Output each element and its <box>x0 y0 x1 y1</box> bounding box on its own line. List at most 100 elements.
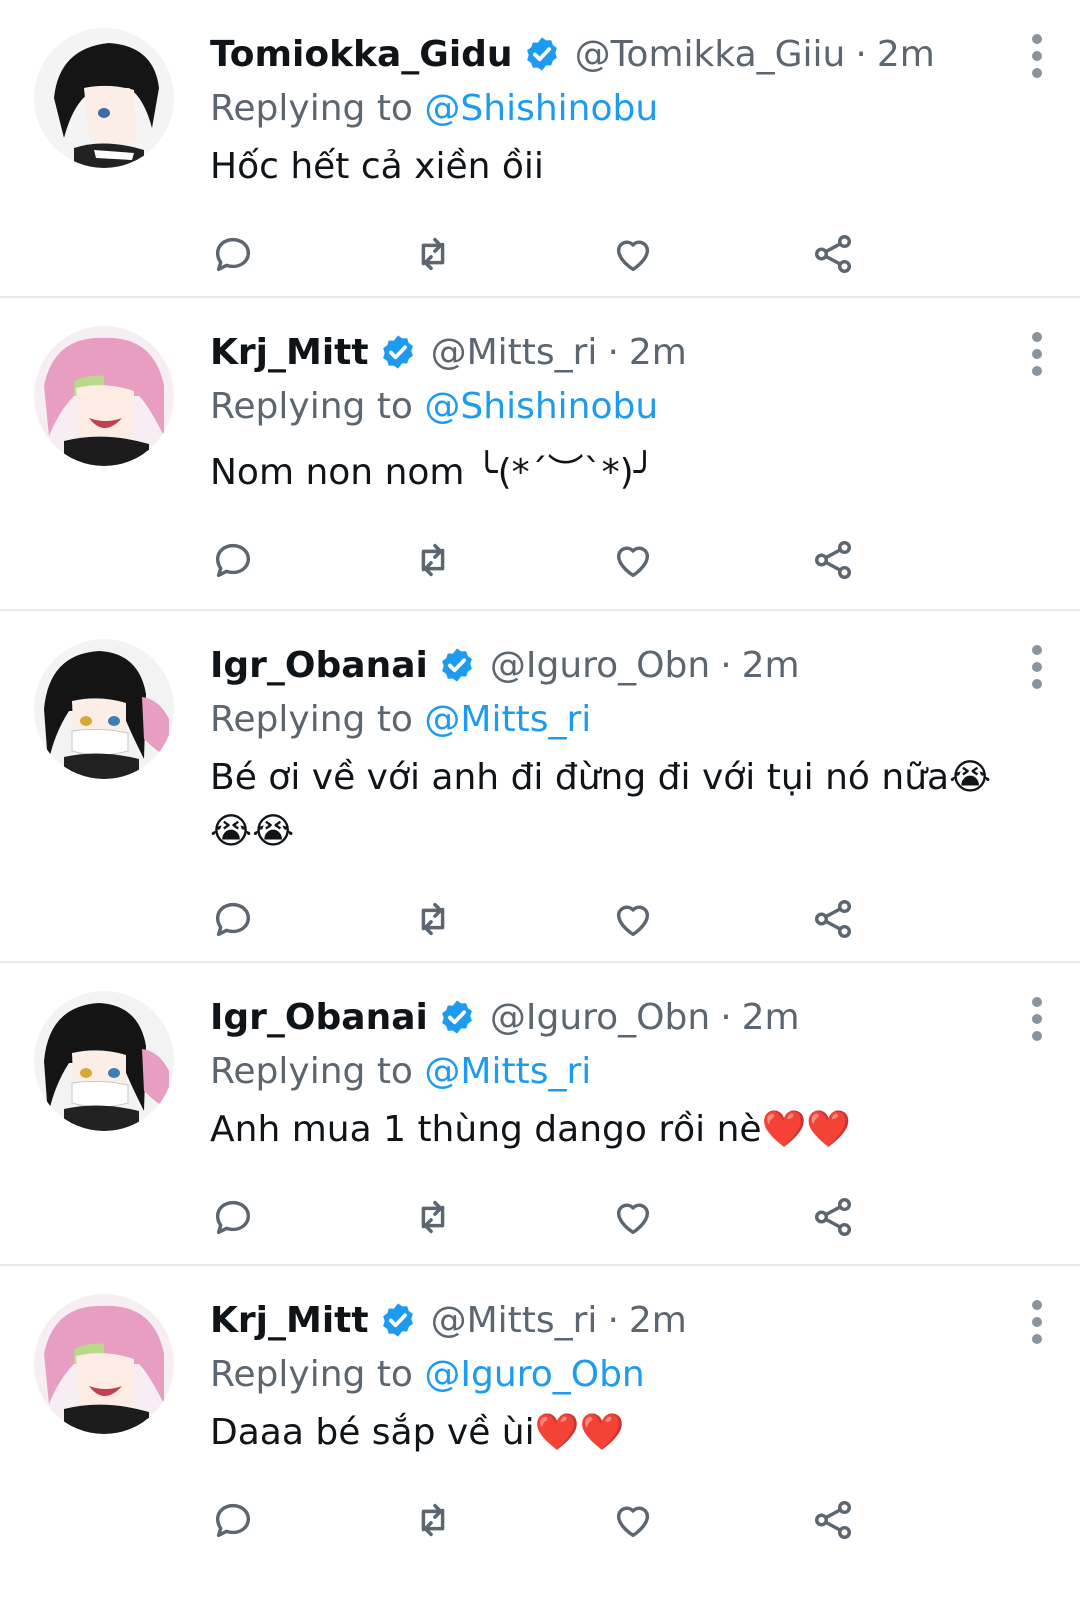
tweet[interactable]: Krj_Mitt @Mitts_ri · 2m Replying to @Shi… <box>0 298 1080 611</box>
reply-icon <box>215 1503 251 1538</box>
avatar[interactable] <box>34 28 174 168</box>
tweet-actions <box>210 1460 1010 1580</box>
retweet-icon <box>421 543 445 577</box>
heart-icon <box>616 1506 650 1538</box>
handle[interactable]: @Mitts_ri <box>431 1300 598 1341</box>
retweet-button[interactable] <box>410 1193 610 1241</box>
heart-icon <box>616 240 650 272</box>
more-options-icon[interactable] <box>1030 997 1044 1041</box>
masked-character-avatar <box>34 639 174 779</box>
replying-to: Replying to @Iguro_Obn <box>210 1348 1010 1402</box>
more-options-icon[interactable] <box>1030 645 1044 689</box>
avatar[interactable] <box>34 639 174 779</box>
retweet-button[interactable] <box>410 230 610 278</box>
display-name[interactable]: Igr_Obanai <box>210 645 428 686</box>
reply-button[interactable] <box>210 1193 410 1241</box>
timestamp[interactable]: 2m <box>742 645 800 686</box>
retweet-icon <box>421 237 445 271</box>
timestamp[interactable]: 2m <box>877 34 935 75</box>
replying-to-mention[interactable]: @Iguro_Obn <box>424 1354 644 1395</box>
replying-to-mention[interactable]: @Shishinobu <box>424 88 658 129</box>
separator: · <box>607 1299 619 1341</box>
share-icon <box>814 235 852 273</box>
retweet-button[interactable] <box>410 536 610 584</box>
handle[interactable]: @Iguro_Obn <box>490 997 710 1038</box>
reply-button[interactable] <box>210 536 410 584</box>
like-button[interactable] <box>610 230 810 278</box>
reply-button[interactable] <box>210 895 410 943</box>
handle[interactable]: @Iguro_Obn <box>490 645 710 686</box>
tweet[interactable]: Igr_Obanai @Iguro_Obn · 2m Replying to @… <box>0 611 1080 963</box>
separator: · <box>855 33 867 75</box>
display-name[interactable]: Krj_Mitt <box>210 332 369 373</box>
display-name[interactable]: Tomiokka_Gidu <box>210 34 513 75</box>
more-options-icon[interactable] <box>1030 1300 1044 1344</box>
masked-character-avatar <box>34 991 174 1131</box>
pink-haired-character-avatar <box>34 1294 174 1434</box>
like-button[interactable] <box>610 536 810 584</box>
display-name[interactable]: Igr_Obanai <box>210 997 428 1038</box>
replying-to-mention[interactable]: @Mitts_ri <box>424 1051 591 1092</box>
verified-badge-icon <box>441 648 472 682</box>
like-button[interactable] <box>610 1496 810 1544</box>
replying-to-mention[interactable]: @Mitts_ri <box>424 699 591 740</box>
share-button[interactable] <box>810 895 1010 943</box>
timestamp[interactable]: 2m <box>742 997 800 1038</box>
reply-feed: Tomiokka_Gidu @Tomikka_Giiu · 2m Replyin… <box>0 0 1080 1572</box>
tweet[interactable]: Igr_Obanai @Iguro_Obn · 2m Replying to @… <box>0 963 1080 1266</box>
share-button[interactable] <box>810 1193 1010 1241</box>
tweet-text: Daaa bé sắp về ùi❤️❤️ <box>210 1412 625 1453</box>
separator: · <box>720 996 732 1038</box>
like-button[interactable] <box>610 895 810 943</box>
timestamp[interactable]: 2m <box>629 1300 687 1341</box>
replying-to: Replying to @Shishinobu <box>210 82 1010 136</box>
retweet-button[interactable] <box>410 895 610 943</box>
avatar[interactable] <box>34 991 174 1131</box>
share-button[interactable] <box>810 536 1010 584</box>
share-button[interactable] <box>810 1496 1010 1544</box>
retweet-button[interactable] <box>410 1496 610 1544</box>
like-button[interactable] <box>610 1193 810 1241</box>
pink-haired-character-avatar <box>34 326 174 466</box>
verified-badge-icon <box>526 37 557 71</box>
tweet-text: Nom non nom ╰(*´︶`*)╯ <box>210 452 656 493</box>
replying-to: Replying to @Shishinobu <box>210 380 1010 434</box>
tweet[interactable]: Krj_Mitt @Mitts_ri · 2m Replying to @Igu… <box>0 1266 1080 1572</box>
reply-button[interactable] <box>210 230 410 278</box>
share-icon <box>814 1501 852 1539</box>
verified-badge-icon <box>382 335 413 369</box>
replying-to-mention[interactable]: @Shishinobu <box>424 386 658 427</box>
replying-prefix: Replying to <box>210 386 413 427</box>
reply-button[interactable] <box>210 1496 410 1544</box>
tweet-text: Hốc hết cả xiền ồii <box>210 146 544 187</box>
tweet-header: Igr_Obanai @Iguro_Obn · 2m <box>210 989 1010 1045</box>
separator: · <box>607 331 619 373</box>
tweet-actions <box>210 194 1010 314</box>
handle[interactable]: @Mitts_ri <box>431 332 598 373</box>
retweet-icon <box>421 902 445 936</box>
heart-icon <box>616 1203 650 1235</box>
reply-icon <box>215 902 251 937</box>
reply-icon <box>215 543 251 578</box>
share-button[interactable] <box>810 230 1010 278</box>
replying-prefix: Replying to <box>210 88 413 129</box>
heart-icon <box>616 905 650 937</box>
avatar[interactable] <box>34 326 174 466</box>
tweet-header: Igr_Obanai @Iguro_Obn · 2m <box>210 637 1010 693</box>
replying-prefix: Replying to <box>210 1051 413 1092</box>
retweet-icon <box>421 1200 445 1234</box>
tweet-actions <box>210 500 1010 620</box>
share-icon <box>814 1198 852 1236</box>
timestamp[interactable]: 2m <box>629 332 687 373</box>
verified-badge-icon <box>441 1000 472 1034</box>
tweet[interactable]: Tomiokka_Gidu @Tomikka_Giiu · 2m Replyin… <box>0 0 1080 298</box>
tweet-header: Krj_Mitt @Mitts_ri · 2m <box>210 324 1010 380</box>
separator: · <box>720 644 732 686</box>
replying-to: Replying to @Mitts_ri <box>210 693 1010 747</box>
display-name[interactable]: Krj_Mitt <box>210 1300 369 1341</box>
more-options-icon[interactable] <box>1030 332 1044 376</box>
more-options-icon[interactable] <box>1030 34 1044 78</box>
handle[interactable]: @Tomikka_Giiu <box>575 34 846 75</box>
heart-icon <box>616 546 650 578</box>
avatar[interactable] <box>34 1294 174 1434</box>
